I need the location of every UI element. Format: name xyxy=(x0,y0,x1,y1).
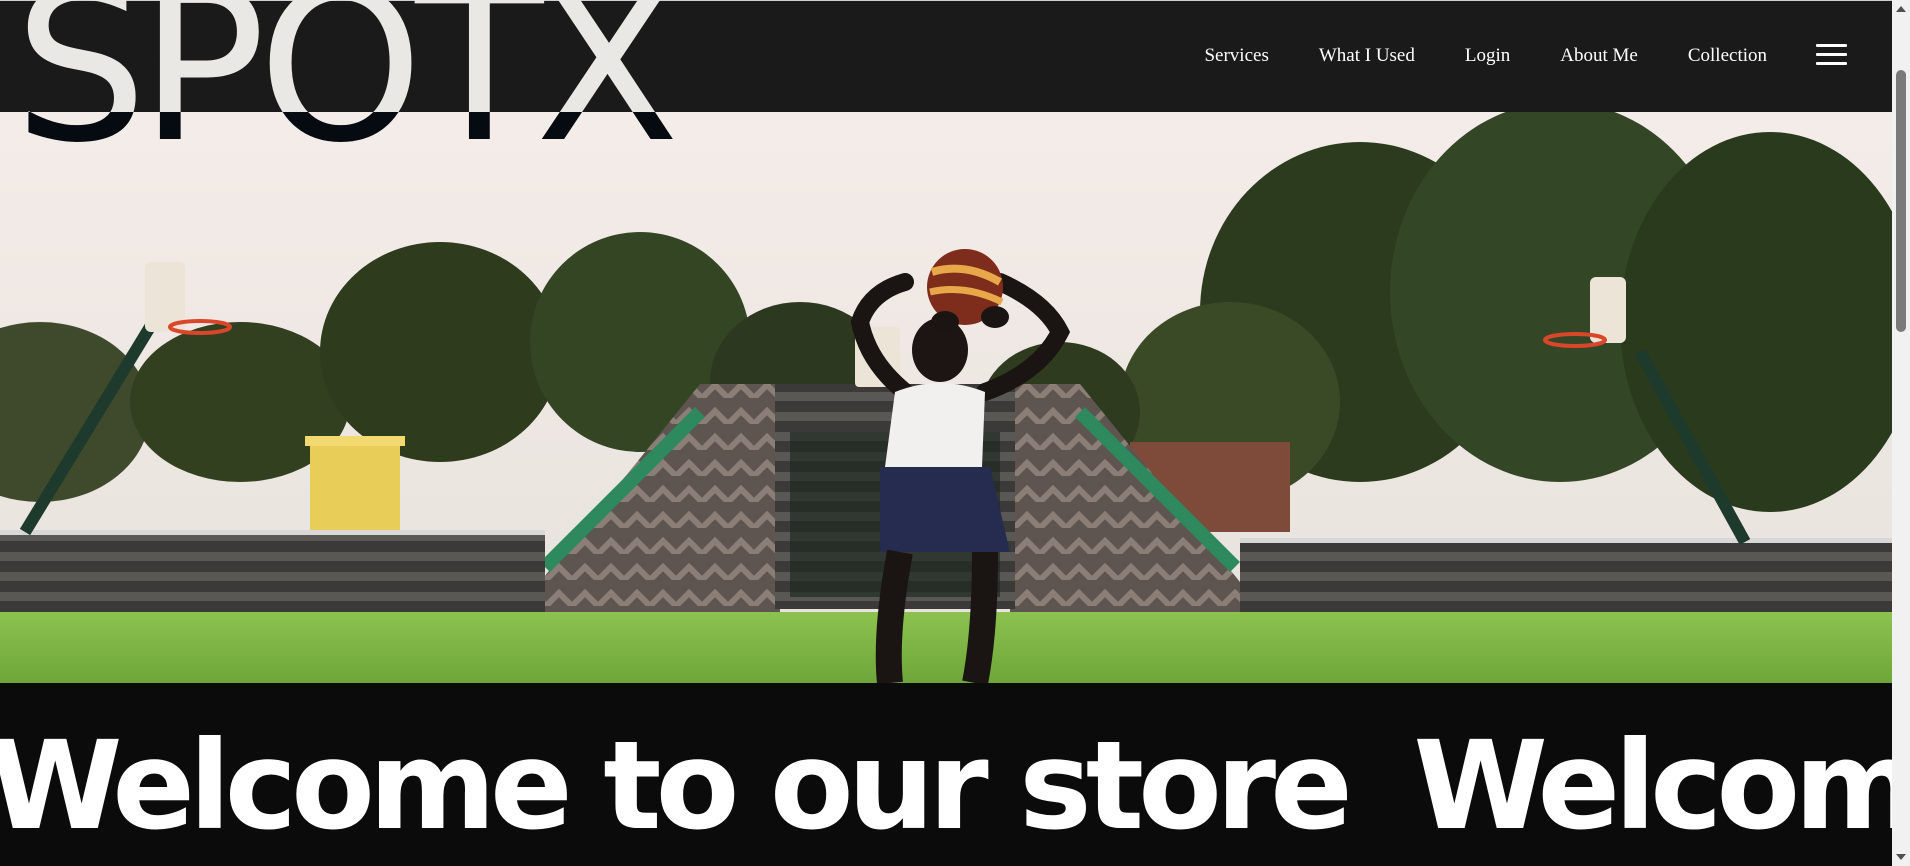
nav-links: Services What I Used Login About Me Coll… xyxy=(1204,45,1767,67)
nav-link-what-i-used[interactable]: What I Used xyxy=(1319,45,1415,67)
nav-link-services[interactable]: Services xyxy=(1204,45,1268,67)
logo[interactable]: SPOTX xyxy=(0,0,700,112)
hamburger-menu-icon[interactable] xyxy=(1816,44,1847,66)
marquee-text: Welcome to our store Welcome to our stor… xyxy=(0,725,1892,847)
hero-video xyxy=(0,112,1892,683)
nav-link-login[interactable]: Login xyxy=(1465,45,1510,67)
nav-link-collection[interactable]: Collection xyxy=(1688,45,1767,67)
welcome-marquee: Welcome to our store Welcome to our stor… xyxy=(0,683,1892,866)
marquee-text-2: Welcome to our store xyxy=(1413,715,1892,857)
logo-overflow: SPOTX xyxy=(0,112,700,182)
scroll-down-arrow-icon[interactable] xyxy=(1896,854,1906,860)
nav-link-about-me[interactable]: About Me xyxy=(1560,45,1638,67)
marquee-text-1: Welcome to our store xyxy=(0,715,1353,857)
logo-text-overflow: SPOTX xyxy=(14,112,679,172)
vertical-scrollbar[interactable] xyxy=(1892,0,1910,866)
logo-text: SPOTX xyxy=(14,0,679,112)
page: Services What I Used Login About Me Coll… xyxy=(0,0,1910,866)
scroll-thumb[interactable] xyxy=(1896,70,1906,332)
scroll-up-arrow-icon[interactable] xyxy=(1896,6,1906,12)
basketball-court-scene xyxy=(0,112,1892,683)
